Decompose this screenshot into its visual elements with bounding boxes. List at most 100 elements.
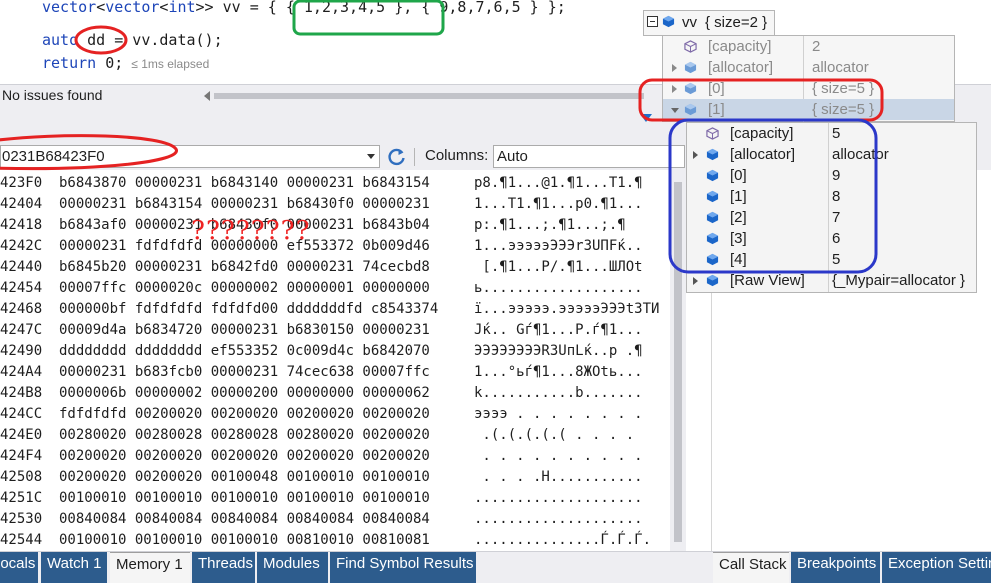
memory-ascii: [.¶1...Р/.¶1...ШЛОt	[474, 259, 643, 275]
memory-address: 42490	[0, 343, 43, 359]
tab-threads[interactable]: Threads	[192, 552, 255, 583]
columns-select[interactable]: Auto	[493, 145, 685, 168]
scroll-left-icon[interactable]	[204, 91, 210, 101]
expand-icon[interactable]	[672, 85, 677, 93]
property-icon	[706, 127, 719, 140]
row-value: {_Mypair=allocator }	[832, 272, 965, 289]
memory-hex-values: 00280020 00280028 00280028 00280020 0020…	[59, 427, 430, 443]
expand-icon[interactable]	[672, 64, 677, 72]
address-input[interactable]: 0231B68423F0	[0, 145, 380, 168]
memory-ascii: 1...T1.¶1...p0.¶1...	[474, 196, 643, 212]
memory-hex-values: 00000231 b683fcb0 00000231 74cec638 0000…	[59, 364, 430, 380]
object-cube-icon	[706, 211, 719, 224]
object-cube-icon	[684, 61, 697, 74]
memory-hex-values: 00100010 00100010 00100010 00100010 0010…	[59, 490, 430, 506]
memory-ascii: .(.(.(.(.( . . . .	[474, 427, 643, 443]
memory-hex-values: fdfdfdfd 00200020 00200020 00200020 0020…	[59, 406, 430, 422]
toolbar-separator	[414, 148, 415, 166]
horizontal-scrollbar[interactable]	[214, 93, 644, 99]
datatip-row[interactable]: [0] 9	[687, 165, 976, 186]
memory-hex-values: 00000231 b6843154 00000231 b68430f0 0000…	[59, 196, 430, 212]
code-keyword: vector	[42, 0, 97, 16]
datatip-row[interactable]: [4] 5	[687, 249, 976, 270]
tab-modules[interactable]: Modules	[257, 552, 328, 583]
datatip-row[interactable]: [allocator] allocator	[663, 57, 954, 78]
collapse-arrow-icon[interactable]	[671, 108, 679, 113]
memory-ascii: ...............Ѓ.Ѓ.Ѓ.	[474, 532, 652, 548]
memory-ascii: 1...эээээЭЭЭr3UПFќ..	[474, 238, 643, 254]
object-cube-icon	[706, 274, 719, 287]
datatip-row[interactable]: [2] 7	[687, 207, 976, 228]
tab-call-stack[interactable]: Call Stack	[713, 552, 789, 583]
elapsed-hint: ≤ 1ms elapsed	[131, 57, 210, 71]
row-name: [capacity]	[708, 38, 772, 55]
memory-address: 42468	[0, 301, 43, 317]
datatip-row[interactable]: [1] 8	[687, 186, 976, 207]
memory-ascii: Jќ.. Gѓ¶1...P.ѓ¶1...	[474, 322, 643, 338]
memory-toolbar: 0231B68423F0 Columns: Auto	[0, 144, 686, 170]
memory-hex-values: 0000006b 00000002 00000200 00000000 0000…	[59, 385, 430, 401]
memory-ascii: ....................	[474, 490, 643, 506]
memory-address: 424A4	[0, 364, 43, 380]
scroll-thumb[interactable]	[674, 182, 682, 542]
row-value: 6	[832, 230, 841, 247]
memory-address: 424CC	[0, 406, 43, 422]
memory-ascii: k...........b.......	[474, 385, 643, 401]
datatip-row-selected[interactable]: [1] { size=5 }	[663, 99, 954, 120]
row-value: 5	[832, 125, 841, 142]
code-text: = vv.data();	[105, 31, 223, 49]
row-name: [allocator]	[708, 59, 774, 76]
memory-grid[interactable]: 423F0 b6843870 00000231 b6843140 00000231…	[0, 173, 670, 551]
datatip-vv-header[interactable]: vv { size=2 }	[643, 10, 775, 36]
memory-address: 423F0	[0, 175, 43, 191]
row-name: [2]	[730, 209, 747, 226]
code-keyword: auto	[42, 31, 79, 49]
object-cube-icon	[684, 103, 697, 116]
object-cube-icon	[662, 15, 675, 28]
row-name: [allocator]	[730, 146, 796, 163]
datatip-row[interactable]: [0] { size=5 }	[663, 78, 954, 99]
row-name: [0]	[708, 80, 725, 97]
datatip-row[interactable]: [capacity] 2	[663, 36, 954, 57]
object-cube-icon	[684, 82, 697, 95]
code-variable-dd: dd	[87, 31, 106, 49]
object-cube-icon	[706, 190, 719, 203]
tab-breakpoints[interactable]: Breakpoints	[791, 552, 880, 583]
memory-hex-values: 00200020 00200020 00200020 00200020 0020…	[59, 448, 430, 464]
row-name: [3]	[730, 230, 747, 247]
row-value: allocator	[832, 146, 889, 163]
datatip-row[interactable]: [allocator] allocator	[687, 144, 976, 165]
datatip-value: { size=2 }	[705, 14, 768, 31]
expand-icon[interactable]	[693, 277, 698, 285]
code-first-initializer: { 1,2,3,4,5 }	[285, 0, 404, 16]
memory-address: 4251C	[0, 490, 43, 506]
code-text: >> vv = {	[195, 0, 286, 16]
memory-address: 42544	[0, 532, 43, 548]
address-value: 0231B68423F0	[2, 148, 105, 165]
expand-icon[interactable]	[693, 151, 698, 159]
row-value: allocator	[812, 59, 869, 76]
datatip-row[interactable]: [3] 6	[687, 228, 976, 249]
row-value: { size=5 }	[812, 101, 875, 118]
memory-ascii: ї...эээээ.эээээЭЭЭt3ТИ	[474, 301, 660, 317]
datatip-row[interactable]: [Raw View] {_Mypair=allocator }	[687, 270, 976, 291]
issues-status[interactable]: No issues found	[2, 87, 102, 103]
tab-watch-1[interactable]: Watch 1	[41, 552, 107, 583]
datatip-name: vv	[682, 14, 697, 31]
code-type-int: int	[168, 0, 196, 16]
row-value: 8	[832, 188, 841, 205]
refresh-icon[interactable]	[386, 146, 408, 168]
tab-exception-settings[interactable]: Exception Settings	[882, 552, 991, 583]
row-value: 2	[812, 38, 821, 55]
memory-ascii: p:.¶1...;.¶1...;.¶	[474, 217, 626, 233]
collapse-icon[interactable]	[647, 16, 658, 27]
tab-memory-1[interactable]: Memory 1	[110, 552, 190, 583]
datatip-row[interactable]: [capacity] 5	[687, 123, 976, 144]
memory-ascii: p8.¶1...@1.¶1...T1.¶	[474, 175, 643, 191]
tab-find-symbol-results[interactable]: Find Symbol Results	[330, 552, 476, 583]
tab-locals[interactable]: Locals	[0, 552, 38, 583]
memory-hex-values: dddddddd dddddddd ef553352 0c009d4c b684…	[59, 343, 430, 359]
code-text: 0;	[96, 54, 124, 72]
chevron-down-icon[interactable]	[367, 154, 375, 159]
vertical-scrollbar[interactable]	[670, 170, 686, 551]
